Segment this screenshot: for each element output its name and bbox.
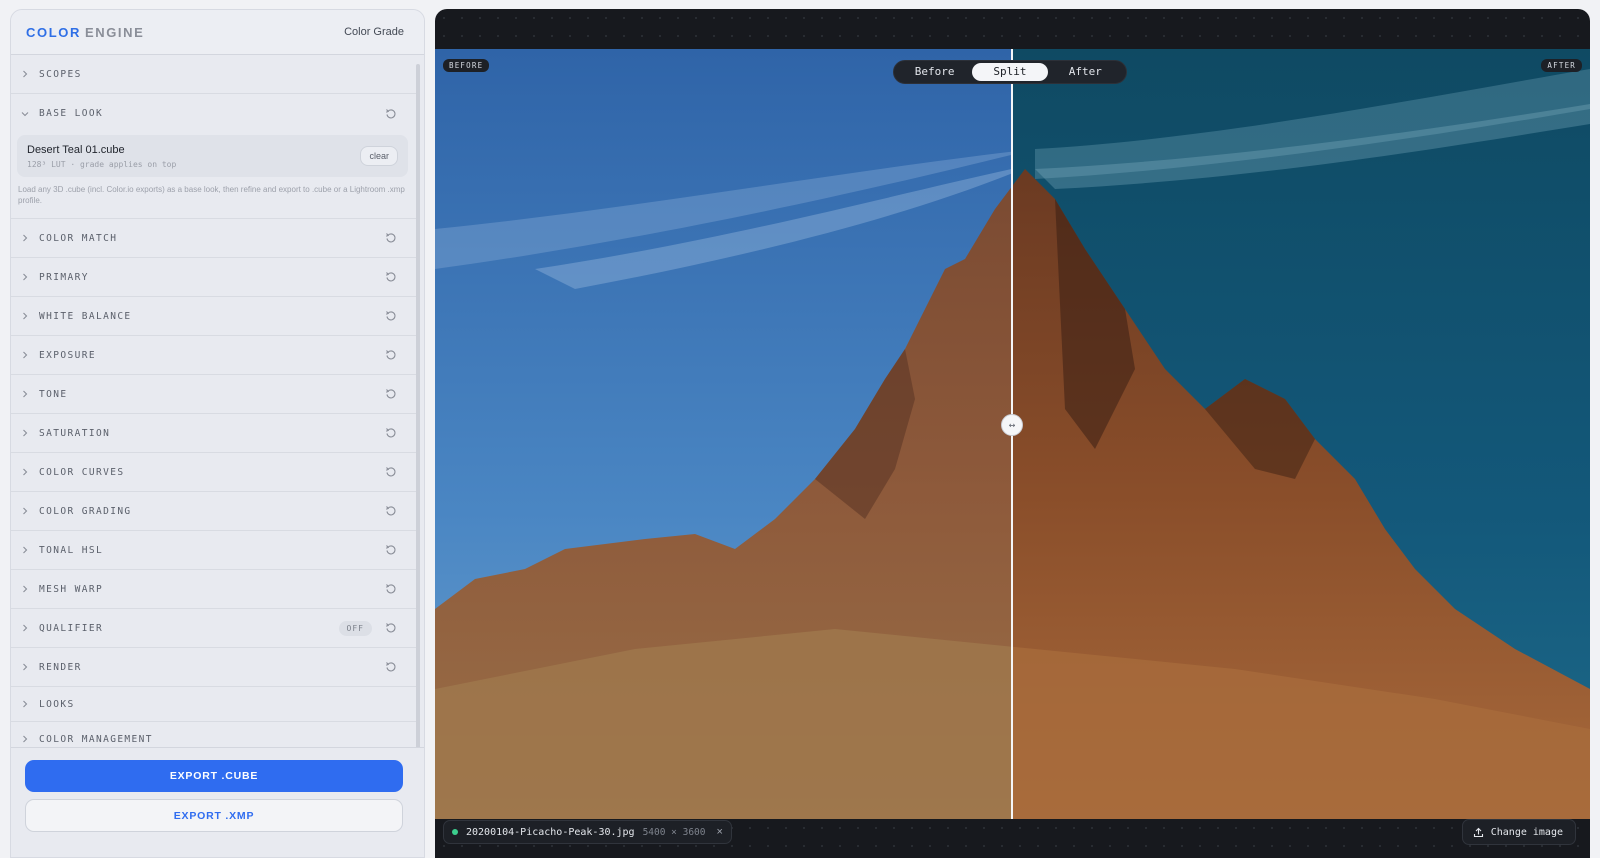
section-primary[interactable]: PRIMARY (11, 258, 416, 297)
mode-after-button[interactable]: After (1048, 63, 1123, 81)
mode-split-button[interactable]: Split (972, 63, 1048, 81)
chevron-right-icon (19, 427, 31, 439)
after-tag: AFTER (1541, 59, 1582, 72)
before-image (435, 49, 1012, 819)
section-label: COLOR GRADING (39, 505, 132, 517)
upload-icon (1473, 827, 1484, 838)
section-label: MESH WARP (39, 583, 104, 595)
reset-icon[interactable] (384, 504, 398, 518)
reset-icon[interactable] (384, 270, 398, 284)
section-label: WHITE BALANCE (39, 310, 132, 322)
reset-icon[interactable] (384, 621, 398, 635)
brand-logo: COLOR ENGINE (26, 24, 145, 40)
chevron-down-icon (19, 108, 31, 120)
section-label: PRIMARY (39, 271, 89, 283)
section-label: LOOKS (39, 698, 75, 710)
section-white-balance[interactable]: WHITE BALANCE (11, 297, 416, 336)
section-looks[interactable]: LOOKS (11, 687, 416, 722)
mode-label: Color Grade (344, 26, 404, 38)
chevron-right-icon (19, 310, 31, 322)
before-tag: BEFORE (443, 59, 490, 72)
reset-icon[interactable] (384, 582, 398, 596)
lut-meta: 128³ LUT · grade applies on top (27, 159, 177, 169)
section-label: RENDER (39, 661, 82, 673)
reset-icon[interactable] (384, 231, 398, 245)
section-saturation[interactable]: SATURATION (11, 414, 416, 453)
chevron-right-icon (19, 698, 31, 710)
sections-list: SCOPES BASE LOOK Desert Teal 01.cube 128… (11, 55, 416, 756)
section-label: EXPOSURE (39, 349, 96, 361)
chevron-right-icon (19, 232, 31, 244)
chevron-right-icon (19, 349, 31, 361)
section-scopes[interactable]: SCOPES (11, 55, 416, 94)
chevron-right-icon (19, 733, 31, 745)
clear-lut-button[interactable]: clear (360, 146, 398, 166)
split-handle-icon[interactable]: ↔ (1001, 414, 1023, 436)
reset-icon[interactable] (384, 387, 398, 401)
section-label: TONAL HSL (39, 544, 104, 556)
section-tone[interactable]: TONE (11, 375, 416, 414)
section-label: TONE (39, 388, 68, 400)
section-render[interactable]: RENDER (11, 648, 416, 687)
section-qualifier[interactable]: QUALIFIER OFF (11, 609, 416, 648)
chevron-right-icon (19, 622, 31, 634)
photo-comparison[interactable]: BEFORE AFTER ↔ Before Split After (435, 49, 1590, 819)
section-label: SCOPES (39, 68, 82, 80)
section-label: COLOR MANAGEMENT (39, 733, 153, 745)
view-mode-toggle: Before Split After (893, 60, 1127, 84)
reset-icon[interactable] (384, 348, 398, 362)
reset-icon[interactable] (384, 309, 398, 323)
change-image-button[interactable]: Change image (1461, 819, 1576, 845)
color-engine-panel: COLOR ENGINE Color Grade SCOPES BASE LOOK… (10, 9, 425, 858)
reset-icon[interactable] (384, 107, 398, 121)
change-image-label: Change image (1490, 826, 1563, 838)
export-footer: EXPORT .CUBE EXPORT .XMP (11, 747, 424, 857)
section-label: COLOR MATCH (39, 232, 118, 244)
chevron-right-icon (19, 466, 31, 478)
section-label: SATURATION (39, 427, 111, 439)
chevron-right-icon (19, 544, 31, 556)
reset-icon[interactable] (384, 543, 398, 557)
section-color-curves[interactable]: COLOR CURVES (11, 453, 416, 492)
base-look-help-text: Load any 3D .cube (incl. Color.io export… (18, 185, 405, 205)
panel-scrollbar[interactable] (416, 64, 420, 750)
section-exposure[interactable]: EXPOSURE (11, 336, 416, 375)
chevron-right-icon (19, 661, 31, 673)
section-label: QUALIFIER (39, 622, 104, 634)
lut-card: Desert Teal 01.cube 128³ LUT · grade app… (17, 135, 408, 177)
file-name: 20200104-Picacho-Peak-30.jpg (466, 826, 635, 838)
chevron-right-icon (19, 271, 31, 283)
close-icon[interactable]: × (717, 826, 723, 838)
reset-icon[interactable] (384, 660, 398, 674)
lut-name: Desert Teal 01.cube (27, 143, 125, 156)
reset-icon[interactable] (384, 465, 398, 479)
chevron-right-icon (19, 505, 31, 517)
section-label: COLOR CURVES (39, 466, 125, 478)
qualifier-status-badge[interactable]: OFF (338, 620, 372, 636)
base-look-body: Desert Teal 01.cube 128³ LUT · grade app… (11, 133, 416, 219)
file-dimensions: 5400 × 3600 (642, 826, 706, 838)
section-label: BASE LOOK (39, 108, 104, 119)
chevron-right-icon (19, 68, 31, 80)
section-tonal-hsl[interactable]: TONAL HSL (11, 531, 416, 570)
section-mesh-warp[interactable]: MESH WARP (11, 570, 416, 609)
export-cube-button[interactable]: EXPORT .CUBE (25, 760, 403, 792)
mode-before-button[interactable]: Before (897, 63, 972, 81)
section-color-match[interactable]: COLOR MATCH (11, 219, 416, 258)
export-xmp-button[interactable]: EXPORT .XMP (25, 799, 403, 832)
panel-header: COLOR ENGINE Color Grade (11, 10, 424, 55)
after-image (1012, 49, 1590, 819)
section-color-grading[interactable]: COLOR GRADING (11, 492, 416, 531)
section-base-look[interactable]: BASE LOOK (11, 94, 416, 133)
file-info-pill: 20200104-Picacho-Peak-30.jpg 5400 × 3600… (443, 820, 732, 844)
status-dot-icon (452, 829, 458, 835)
image-viewer: BEFORE AFTER ↔ Before Split After 202001… (435, 9, 1590, 858)
chevron-right-icon (19, 388, 31, 400)
reset-icon[interactable] (384, 426, 398, 440)
chevron-right-icon (19, 583, 31, 595)
